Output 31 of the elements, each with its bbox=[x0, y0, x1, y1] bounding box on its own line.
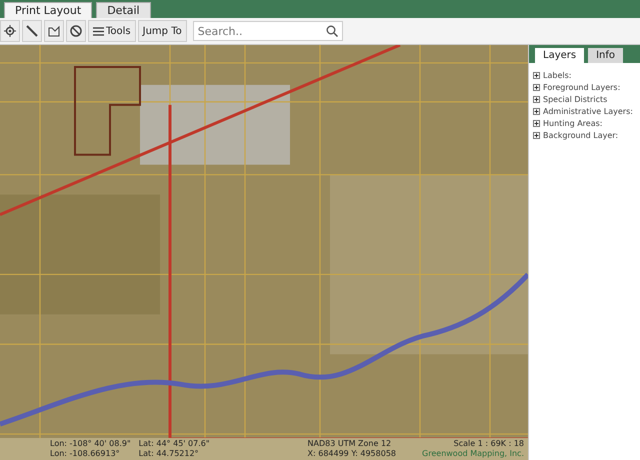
longitude-dms: Lon: -108° 40' 08.9" bbox=[50, 439, 131, 449]
panel-tab[interactable]: Layers bbox=[535, 48, 584, 63]
layer-group-item[interactable]: Foreground Layers: bbox=[533, 83, 636, 92]
search-field[interactable]: Search.. bbox=[192, 21, 343, 41]
line-icon bbox=[26, 25, 38, 37]
polygon-icon bbox=[48, 25, 60, 37]
credit-text: Greenwood Mapping, Inc. bbox=[422, 449, 524, 459]
tool-button[interactable] bbox=[22, 20, 42, 42]
xy-coordinates: X: 684499 Y: 4958058 bbox=[308, 449, 396, 459]
panel-tab[interactable]: Info bbox=[588, 48, 624, 63]
layer-group-item[interactable]: Special Districts bbox=[533, 95, 636, 104]
crosshair-icon bbox=[4, 25, 16, 37]
layer-group-item[interactable]: Labels: bbox=[533, 71, 636, 80]
layout-tab[interactable]: Detail bbox=[96, 2, 151, 18]
layer-group-item[interactable]: Hunting Areas: bbox=[533, 119, 636, 128]
prohibited-icon bbox=[70, 25, 82, 37]
latitude-decimal: Lat: 44.75212° bbox=[138, 449, 200, 459]
jump-to-button[interactable]: Jump To bbox=[138, 20, 187, 42]
tool-button[interactable] bbox=[0, 20, 20, 42]
projection-label: NAD83 UTM Zone 12 bbox=[308, 439, 392, 449]
menu-icon bbox=[93, 26, 104, 36]
search-icon bbox=[326, 25, 338, 37]
layout-tab[interactable]: Print Layout bbox=[4, 2, 92, 18]
tool-button[interactable] bbox=[66, 20, 86, 42]
longitude-decimal: Lon: -108.66913° bbox=[50, 449, 121, 459]
scale-label: Scale 1 : 69K : 18 bbox=[454, 439, 524, 449]
tool-button[interactable] bbox=[44, 20, 64, 42]
latitude-dms: Lat: 44° 45' 07.6" bbox=[138, 439, 210, 449]
layer-group-item[interactable]: Background Layer: bbox=[533, 131, 636, 140]
tools-button[interactable]: Tools bbox=[88, 20, 136, 42]
layer-group-item[interactable]: Administrative Layers: bbox=[533, 107, 636, 116]
